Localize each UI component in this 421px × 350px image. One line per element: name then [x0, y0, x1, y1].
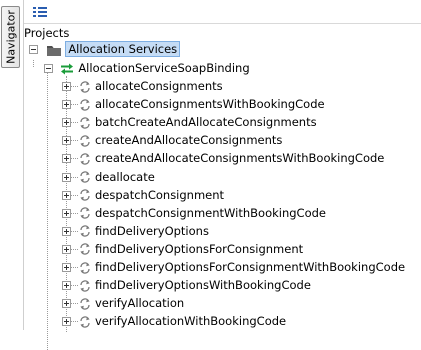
- tree-connector: [71, 285, 78, 287]
- operation-row[interactable]: despatchConsignment: [62, 186, 224, 204]
- expand-toggle[interactable]: [62, 190, 71, 200]
- expand-toggle[interactable]: [62, 317, 71, 327]
- operation-label: findDeliveryOptionsWithBookingCode: [95, 278, 311, 293]
- tree-connector: [71, 230, 78, 232]
- tree-connector: [71, 140, 78, 142]
- tree-connector: [71, 212, 78, 214]
- tree-connector: [71, 176, 78, 178]
- tree-connector: [71, 194, 78, 196]
- operation-label: createAndAllocateConsignmentsWithBooking…: [95, 151, 385, 166]
- operation-label: findDeliveryOptionsForConsignment: [95, 241, 304, 256]
- operation-label: verifyAllocation: [95, 296, 185, 311]
- collapse-toggle[interactable]: [29, 45, 38, 54]
- operation-refresh-icon: [78, 115, 92, 129]
- expand-toggle[interactable]: [62, 263, 71, 272]
- operation-label: allocateConsignmentsWithBookingCode: [95, 97, 325, 112]
- list-view-icon[interactable]: [32, 4, 48, 18]
- binding-arrows-icon: [60, 63, 73, 74]
- navigator-tab-label: Navigator: [4, 10, 17, 64]
- project-label[interactable]: Allocation Services: [65, 41, 181, 57]
- operation-label: createAndAllocateConsignments: [95, 133, 283, 148]
- expand-toggle[interactable]: [62, 299, 71, 309]
- operation-refresh-icon: [78, 224, 92, 238]
- operation-row[interactable]: despatchConsignmentWithBookingCode: [62, 204, 326, 222]
- operation-refresh-icon: [78, 314, 92, 328]
- operation-row[interactable]: createAndAllocateConsignmentsWithBooking…: [62, 149, 384, 167]
- expand-toggle[interactable]: [62, 118, 71, 128]
- expand-toggle[interactable]: [62, 82, 71, 91]
- interface-row[interactable]: AllocationServiceSoapBinding: [44, 59, 250, 77]
- tree-connector: [71, 158, 78, 160]
- operation-label: verifyAllocationWithBookingCode: [95, 314, 287, 329]
- tree-connector: [71, 86, 78, 87]
- operation-refresh-icon: [78, 260, 92, 274]
- expand-toggle[interactable]: [62, 154, 71, 164]
- expand-toggle[interactable]: [62, 208, 71, 218]
- operation-label: batchCreateAndAllocateConsignments: [95, 115, 317, 130]
- tree-connector: [71, 321, 78, 323]
- navigator-tab[interactable]: Navigator: [1, 6, 20, 68]
- operation-row[interactable]: verifyAllocation: [62, 294, 184, 312]
- toolbar: [24, 0, 421, 24]
- operation-row[interactable]: findDeliveryOptions: [62, 222, 209, 240]
- project-tree: Projects Allocation Services AllocationS…: [24, 24, 421, 350]
- folder-icon: [46, 45, 61, 56]
- expand-toggle[interactable]: [62, 226, 71, 236]
- tree-connector: [71, 303, 78, 305]
- operation-label: allocateConsignments: [95, 79, 223, 93]
- interface-label: AllocationServiceSoapBinding: [78, 61, 250, 75]
- operation-label: despatchConsignmentWithBookingCode: [95, 205, 326, 220]
- expand-toggle[interactable]: [62, 244, 71, 254]
- operation-refresh-icon: [78, 151, 92, 165]
- projects-root-label: Projects: [24, 26, 70, 40]
- expand-toggle[interactable]: [62, 172, 71, 182]
- operation-row[interactable]: deallocate: [62, 168, 155, 186]
- operation-label: deallocate: [95, 169, 155, 184]
- tree-connector: [71, 104, 78, 106]
- operation-label: findDeliveryOptions: [95, 223, 209, 238]
- expand-toggle[interactable]: [62, 281, 71, 291]
- operation-refresh-icon: [78, 242, 92, 256]
- operation-refresh-icon: [78, 206, 92, 220]
- tree-connector: [71, 122, 78, 124]
- operation-refresh-icon: [78, 79, 92, 93]
- operation-refresh-icon: [78, 296, 92, 310]
- tree-connector: [71, 267, 78, 268]
- operation-label: despatchConsignment: [95, 187, 225, 202]
- operation-row[interactable]: findDeliveryOptionsForConsignmentWithBoo…: [62, 258, 405, 276]
- operation-refresh-icon: [78, 278, 92, 292]
- operation-row[interactable]: allocateConsignments: [62, 77, 223, 95]
- operation-row[interactable]: allocateConsignmentsWithBookingCode: [62, 95, 325, 113]
- collapse-toggle[interactable]: [44, 64, 53, 73]
- tree-connector: [71, 248, 78, 250]
- operation-row[interactable]: batchCreateAndAllocateConsignments: [62, 113, 317, 131]
- operation-refresh-icon: [78, 188, 92, 202]
- operation-row[interactable]: findDeliveryOptionsForConsignment: [62, 240, 303, 258]
- expand-toggle[interactable]: [62, 136, 71, 146]
- operation-row[interactable]: createAndAllocateConsignments: [62, 131, 282, 149]
- operation-label: findDeliveryOptionsForConsignmentWithBoo…: [95, 260, 406, 274]
- operation-row[interactable]: verifyAllocationWithBookingCode: [62, 312, 286, 330]
- operation-refresh-icon: [78, 170, 92, 184]
- operation-row[interactable]: findDeliveryOptionsWithBookingCode: [62, 276, 311, 294]
- operation-refresh-icon: [78, 97, 92, 111]
- expand-toggle[interactable]: [62, 100, 71, 110]
- operation-refresh-icon: [78, 133, 92, 147]
- project-row[interactable]: Allocation Services: [29, 40, 181, 58]
